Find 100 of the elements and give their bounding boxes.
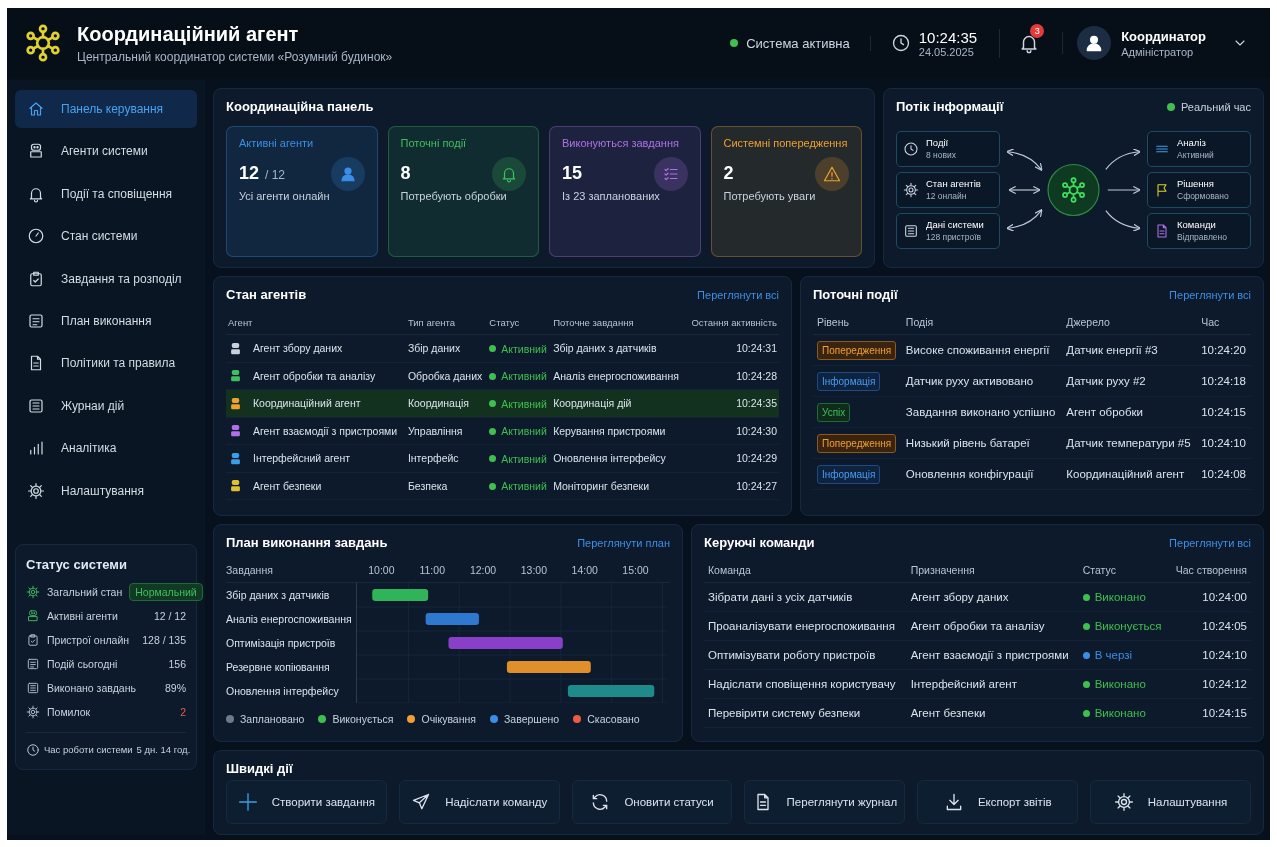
time-tick: 11:00 xyxy=(419,564,445,576)
table-cell: 10:24:15 xyxy=(1197,396,1251,428)
status-label: Загальний стан xyxy=(47,585,123,598)
uptime-label: Час роботи системи xyxy=(44,744,133,756)
stat-note: Із 23 запланованих xyxy=(562,190,661,202)
clock-icon xyxy=(903,140,919,157)
agent-cell[interactable]: Інтерфейсний агент xyxy=(226,444,406,472)
agent-cell[interactable]: Агент обробки та аналізу xyxy=(226,362,406,390)
panel-title: Швидкі дії xyxy=(226,761,293,776)
table-cell: Датчик температури #5 xyxy=(1062,427,1198,459)
view-all-link[interactable]: Переглянути всі xyxy=(1169,536,1251,549)
panel-title: Потік інформації xyxy=(896,99,1004,114)
arrow xyxy=(1105,209,1141,232)
sidebar-item[interactable]: Панель керування xyxy=(15,90,197,128)
task-label: Збір даних з датчиків xyxy=(226,588,331,603)
quick-action-button[interactable]: Надіслати команду xyxy=(398,780,560,824)
checklist-icon xyxy=(653,157,688,191)
sidebar-item[interactable]: Агенти системи xyxy=(15,132,197,171)
table-cell: Управління xyxy=(405,417,488,445)
stat-value: 8 xyxy=(400,163,411,184)
column-header: Призначення xyxy=(906,558,1079,583)
robot-icon xyxy=(26,608,40,623)
status-dot xyxy=(489,482,497,490)
quick-action-button[interactable]: Оновити статуси xyxy=(571,780,733,824)
status-dot xyxy=(489,455,497,462)
flow-node[interactable]: Події 8 нових xyxy=(896,130,1000,167)
table-cell: Інтерфейсний агент xyxy=(906,669,1079,699)
table-cell: Датчик руху активовано xyxy=(901,365,1063,397)
agent-cell[interactable]: Агент взаємодії з пристроями xyxy=(226,417,406,445)
agent-cell[interactable]: Координаційний агент xyxy=(226,389,406,417)
status-label: Активний xyxy=(501,425,547,437)
table-cell: 10:24:10 xyxy=(1197,427,1251,459)
panel-title: Поточні події xyxy=(813,287,898,302)
level-badge: Успіх xyxy=(817,402,851,422)
table-cell: Аналіз енергоспоживання xyxy=(551,362,686,390)
flow-node[interactable]: Команди Відправлено xyxy=(1147,212,1251,249)
view-all-link[interactable]: Переглянути всі xyxy=(697,288,779,301)
table-cell: Агент збору даних xyxy=(906,582,1079,612)
time-tick: 10:00 xyxy=(368,564,395,576)
table-cell: Датчик енергії #3 xyxy=(1062,334,1198,366)
status-value: 12 / 12 xyxy=(153,609,186,622)
status-label: Помилок xyxy=(47,705,92,718)
live-dot xyxy=(1167,102,1175,111)
table-cell: Низький рівень батареї xyxy=(901,427,1063,459)
table-cell: Керування пристроями xyxy=(551,417,686,445)
view-plan-link[interactable]: Переглянути план xyxy=(577,536,670,549)
hub-node xyxy=(1047,163,1100,216)
view-all-link[interactable]: Переглянути всі xyxy=(1169,288,1251,301)
table-cell: Інтерфейс xyxy=(405,444,488,472)
column-header: Статус xyxy=(1078,558,1169,583)
flow-node[interactable]: Стан агентів 12 онлайн xyxy=(896,171,1000,208)
table-cell: Зібрати дані з усіх датчиків xyxy=(704,582,907,612)
current-date: 24.05.2025 xyxy=(918,45,975,58)
status-label: В черзі xyxy=(1094,649,1133,662)
sidebar-item[interactable]: Події та сповіщення xyxy=(15,174,197,213)
table-cell: Координація дій xyxy=(551,389,686,417)
stat-value: 2 xyxy=(723,163,734,184)
status-label: Виконано xyxy=(1094,707,1146,720)
quick-action-button[interactable]: Експорт звітів xyxy=(917,780,1079,824)
agent-cell[interactable]: Агент безпеки xyxy=(226,472,406,500)
table-cell: Оновлення інтерфейсу xyxy=(551,444,686,472)
user-icon xyxy=(330,157,365,191)
arrow xyxy=(1107,185,1141,194)
table-cell: Агент обробки xyxy=(1062,396,1198,428)
sidebar-item[interactable]: Політики та правила xyxy=(15,344,197,383)
flow-node[interactable]: Аналіз Активний xyxy=(1147,130,1251,167)
sidebar-item[interactable]: План виконання xyxy=(15,301,197,340)
quick-action-button[interactable]: Створити завдання xyxy=(226,780,387,824)
table-cell: Завдання виконано успішно xyxy=(901,396,1063,428)
quick-action-button[interactable]: Налаштування xyxy=(1090,780,1251,824)
stat-value: 15 xyxy=(562,163,583,184)
level-badge: Інформація xyxy=(817,371,881,391)
bell-icon xyxy=(492,157,526,191)
user-avatar[interactable] xyxy=(1077,26,1112,60)
sidebar-item[interactable]: Аналітика xyxy=(15,429,197,468)
flow-node[interactable]: Дані системи 128 пристроїв xyxy=(896,212,1000,249)
table-cell: 10:24:15 xyxy=(1168,698,1251,728)
task-label: Оновлення інтерфейсу xyxy=(226,684,340,699)
agent-cell[interactable]: Агент збору даних xyxy=(226,334,406,362)
table-cell: Оновлення конфігурації xyxy=(901,458,1063,490)
flow-node[interactable]: Рішення Сформовано xyxy=(1147,171,1251,208)
status-value: 156 xyxy=(168,657,186,670)
sidebar-item[interactable]: Налаштування xyxy=(15,471,197,510)
clock-icon xyxy=(890,33,911,53)
status-label: Виконано xyxy=(1094,678,1146,691)
column-header: Подія xyxy=(901,310,1063,335)
current-time: 10:24:35 xyxy=(918,28,978,46)
gauge-icon xyxy=(27,227,45,246)
panel-title: Стан агентів xyxy=(226,287,307,302)
table-cell: Перевірити систему безпеки xyxy=(704,698,907,728)
level-badge: Попередження xyxy=(817,340,897,360)
bar-chart-icon xyxy=(27,439,45,458)
quick-action-button[interactable]: Переглянути журнал xyxy=(744,780,906,824)
sidebar-item[interactable]: Стан системи xyxy=(15,217,197,256)
home-icon xyxy=(27,100,45,118)
log-icon xyxy=(26,680,40,695)
stat-title: Поточні події xyxy=(400,137,468,149)
sidebar-item[interactable]: Завдання та розподіл xyxy=(15,259,197,298)
sidebar-item[interactable]: Журнаи дій xyxy=(15,386,197,425)
table-cell: Координація xyxy=(405,389,488,417)
